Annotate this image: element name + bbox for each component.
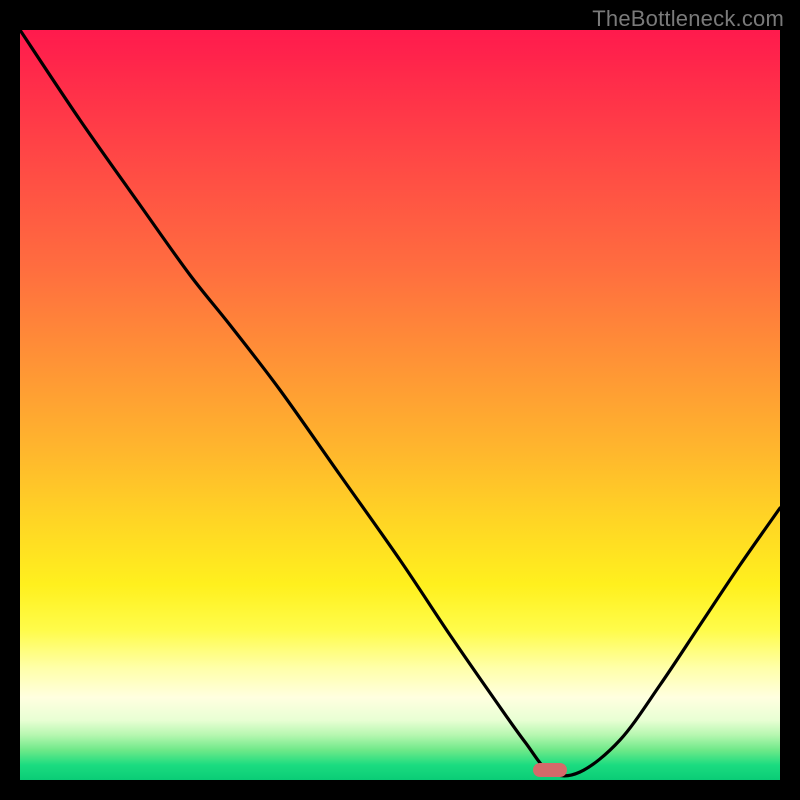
chart-frame: TheBottleneck.com [0,0,800,800]
optimal-point-marker [533,763,567,777]
bottleneck-curve [20,30,780,776]
curve-svg [20,30,780,780]
plot-area [20,30,780,780]
watermark-text: TheBottleneck.com [592,6,784,32]
